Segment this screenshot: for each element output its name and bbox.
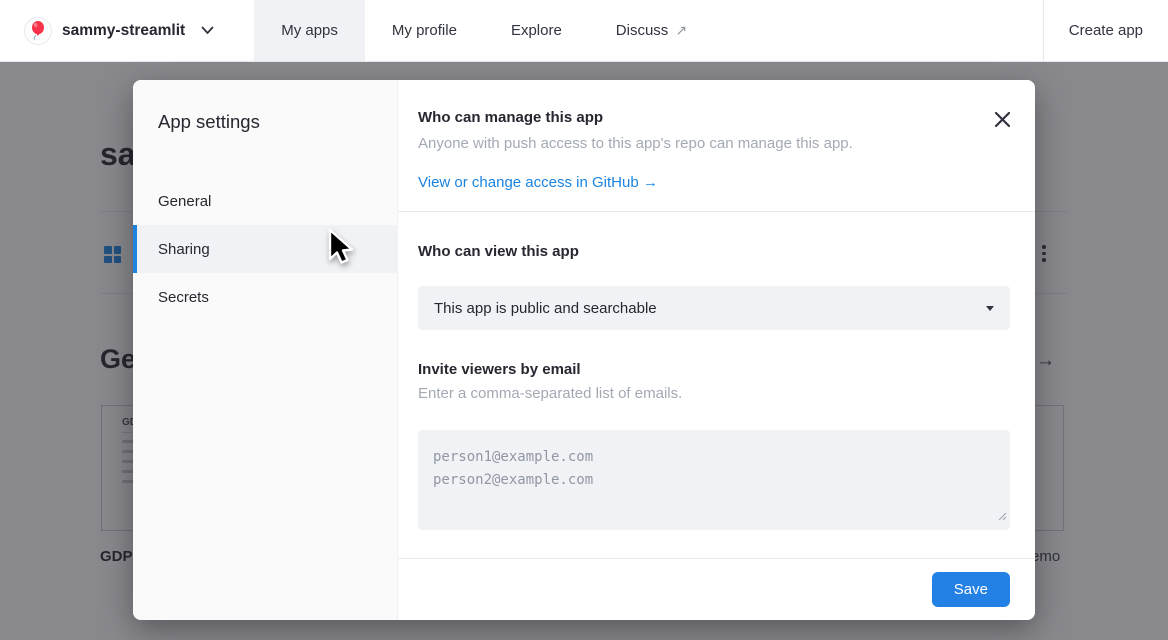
sidebar-item-secrets[interactable]: Secrets (133, 273, 397, 321)
external-link-icon: ↗ (675, 22, 687, 39)
invite-section-description: Enter a comma-separated list of emails. (418, 384, 1010, 404)
manage-section-description: Anyone with push access to this app's re… (418, 134, 1010, 154)
view-permission-select[interactable]: This app is public and searchable (418, 286, 1010, 330)
view-permission-selected-option: This app is public and searchable (434, 300, 657, 317)
app-settings-modal: App settings General Sharing Secrets Who… (133, 80, 1035, 620)
chevron-down-icon (201, 22, 214, 40)
view-section: Who can view this app This app is public… (398, 212, 1035, 330)
invite-emails-textarea[interactable] (418, 430, 1010, 530)
close-icon[interactable] (991, 110, 1013, 132)
nav-tab-explore[interactable]: Explore (484, 0, 589, 61)
streamlit-balloon-logo (24, 17, 52, 45)
nav-tab-discuss[interactable]: Discuss ↗ (589, 0, 714, 61)
nav-tab-my-apps[interactable]: My apps (254, 0, 365, 61)
invite-section: Invite viewers by email Enter a comma-se… (398, 330, 1035, 530)
workspace-name: sammy-streamlit (62, 22, 185, 40)
github-access-link[interactable]: View or change access in GitHub → (418, 174, 658, 191)
nav-tab-label: My profile (392, 22, 457, 39)
screen: sa Get → GDP GDP emo (0, 0, 1168, 640)
nav-tab-label: Explore (511, 22, 562, 39)
github-access-link-label: View or change access in GitHub (418, 174, 639, 191)
settings-title: App settings (133, 80, 397, 133)
save-button[interactable]: Save (932, 572, 1010, 607)
chevron-down-icon (986, 306, 994, 311)
sidebar-item-general[interactable]: General (133, 177, 397, 225)
nav-tab-my-profile[interactable]: My profile (365, 0, 484, 61)
manage-section-title: Who can manage this app (418, 108, 1010, 128)
sidebar-item-sharing[interactable]: Sharing (133, 225, 397, 273)
nav-tab-label: Discuss (616, 22, 669, 39)
create-app-button[interactable]: Create app (1043, 0, 1168, 61)
nav-tabs: My apps My profile Explore Discuss ↗ (254, 0, 714, 61)
manage-section: Who can manage this app Anyone with push… (398, 80, 1035, 212)
nav-tab-label: My apps (281, 22, 338, 39)
settings-sidebar: App settings General Sharing Secrets (133, 80, 398, 620)
top-navbar: sammy-streamlit My apps My profile Explo… (0, 0, 1168, 62)
workspace-switcher[interactable]: sammy-streamlit (0, 0, 232, 61)
view-section-title: Who can view this app (418, 242, 1010, 262)
modal-footer: Save (398, 558, 1035, 620)
arrow-right-icon: → (639, 174, 658, 191)
settings-panel-sharing: Who can manage this app Anyone with push… (398, 80, 1035, 620)
resize-grip-icon[interactable] (998, 508, 1007, 526)
invite-section-title: Invite viewers by email (418, 360, 1010, 380)
